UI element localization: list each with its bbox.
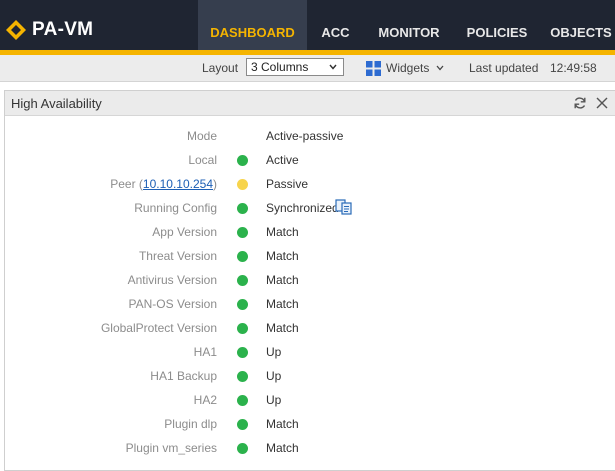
- grid-icon: [366, 60, 381, 76]
- ha-label-pan-os-version: PAN-OS Version: [128, 297, 217, 311]
- ha-value-threat-version: Match: [266, 249, 299, 263]
- status-dot-green: [237, 155, 248, 166]
- dashboard-toolbar: Layout 3 Columns Widgets Last updated 12…: [0, 55, 615, 82]
- status-dot-green: [237, 395, 248, 406]
- status-dot-green: [237, 371, 248, 382]
- tab-objects[interactable]: OBJECTS: [540, 0, 615, 50]
- ha-value-ha1: Up: [266, 345, 282, 359]
- ha-row-app-version: App Version Match: [5, 225, 605, 249]
- status-dot-green: [237, 443, 248, 454]
- ha-row-mode: Mode Active-passive: [5, 129, 605, 153]
- ha-label-mode: Mode: [186, 129, 217, 143]
- layout-select[interactable]: 3 Columns: [246, 58, 344, 76]
- ha-value-plugin-dlp: Match: [266, 417, 299, 431]
- ha-label-plugin-dlp: Plugin dlp: [164, 417, 217, 431]
- ha-row-pan-os-version: PAN-OS Version Match: [5, 297, 605, 321]
- layout-select-value: 3 Columns: [251, 60, 309, 74]
- ha-label-threat-version: Threat Version: [138, 249, 217, 263]
- ha-value-ha2: Up: [266, 393, 282, 407]
- ha-label-ha1-backup: HA1 Backup: [150, 369, 217, 383]
- ha-value-pan-os-version: Match: [266, 297, 299, 311]
- ha-row-ha1-backup: HA1 Backup Up: [5, 369, 605, 393]
- ha-row-plugin-vm-series: Plugin vm_series Match: [5, 441, 605, 465]
- tab-monitor[interactable]: MONITOR: [364, 0, 454, 50]
- ha-row-ha1: HA1 Up: [5, 345, 605, 369]
- ha-value-ha1-backup: Up: [266, 369, 282, 383]
- status-dot-green: [237, 203, 248, 214]
- last-updated-label: Last updated: [469, 61, 539, 75]
- widget-header: High Availability: [5, 91, 615, 116]
- ha-row-ha2: HA2 Up: [5, 393, 605, 417]
- ha-value-peer: Passive: [266, 177, 309, 191]
- ha-label-app-version: App Version: [152, 225, 217, 239]
- peer-label-prefix: Peer (: [110, 177, 143, 191]
- ha-label-ha1: HA1: [193, 345, 217, 359]
- sync-compare-icon[interactable]: [335, 198, 353, 216]
- chevron-down-icon: [436, 65, 444, 71]
- peer-ip-link[interactable]: 10.10.10.254: [143, 177, 213, 191]
- status-dot-green: [237, 227, 248, 238]
- refresh-icon[interactable]: [573, 96, 587, 110]
- status-dot-green: [237, 251, 248, 262]
- tab-acc[interactable]: ACC: [307, 0, 364, 50]
- ha-row-threat-version: Threat Version Match: [5, 249, 605, 273]
- ha-row-peer: Peer (10.10.10.254) Passive: [5, 177, 605, 201]
- ha-label-antivirus-version: Antivirus Version: [127, 273, 217, 287]
- ha-label-globalprotect-version: GlobalProtect Version: [100, 321, 217, 335]
- ha-row-antivirus-version: Antivirus Version Match: [5, 273, 605, 297]
- ha-value-antivirus-version: Match: [266, 273, 299, 287]
- ha-value-mode: Active-passive: [266, 129, 344, 143]
- status-dot-green: [237, 299, 248, 310]
- ha-row-plugin-dlp: Plugin dlp Match: [5, 417, 605, 441]
- status-dot-green: [237, 275, 248, 286]
- ha-value-local: Active: [266, 153, 299, 167]
- ha-label-running-config: Running Config: [134, 201, 217, 215]
- tab-dashboard[interactable]: DASHBOARD: [198, 0, 307, 50]
- status-dot-green: [237, 347, 248, 358]
- brand-name: PA-VM: [32, 19, 94, 40]
- chevron-down-icon: [329, 64, 337, 70]
- logo-icon: [6, 20, 26, 40]
- status-dot-yellow: [237, 179, 248, 190]
- high-availability-widget: High Availability Mode Active-passive Loca…: [4, 90, 615, 471]
- peer-label-suffix: ): [213, 177, 217, 191]
- ha-label-peer: Peer (10.10.10.254): [110, 177, 217, 191]
- ha-label-ha2: HA2: [193, 393, 217, 407]
- ha-label-local: Local: [188, 153, 217, 167]
- ha-row-running-config: Running Config Synchronized: [5, 198, 605, 225]
- top-nav: PA-VM DASHBOARD ACC MONITOR POLICIES OBJ…: [0, 0, 615, 50]
- status-dot-green: [237, 323, 248, 334]
- widgets-label: Widgets: [386, 61, 430, 75]
- status-dot-green: [237, 419, 248, 430]
- ha-value-plugin-vm-series: Match: [266, 441, 299, 455]
- tab-policies[interactable]: POLICIES: [454, 0, 540, 50]
- ha-row-globalprotect-version: GlobalProtect Version Match: [5, 321, 605, 345]
- close-icon[interactable]: [595, 96, 609, 110]
- widget-title: High Availability: [11, 96, 102, 111]
- brand-logo[interactable]: PA-VM: [6, 19, 93, 41]
- ha-value-running-config: Synchronized: [266, 201, 339, 215]
- layout-label: Layout: [202, 61, 239, 75]
- ha-row-local: Local Active: [5, 153, 605, 177]
- widgets-button[interactable]: Widgets: [366, 59, 444, 77]
- ha-value-app-version: Match: [266, 225, 299, 239]
- last-updated-time: 12:49:58: [550, 61, 597, 75]
- ha-value-globalprotect-version: Match: [266, 321, 299, 335]
- ha-label-plugin-vm-series: Plugin vm_series: [125, 441, 217, 455]
